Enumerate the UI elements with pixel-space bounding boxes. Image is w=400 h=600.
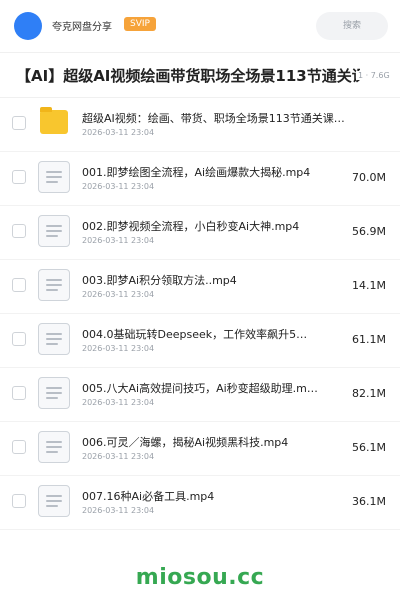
checkbox[interactable] xyxy=(12,386,26,400)
list-item[interactable]: 004.0基础玩转Deepseek，工作效率飙升5… 2026-03-11 23… xyxy=(0,314,400,368)
file-size: 56.1M xyxy=(352,441,386,454)
file-size: 36.1M xyxy=(352,495,386,508)
checkbox[interactable] xyxy=(12,278,26,292)
search-button[interactable]: 搜索 xyxy=(316,12,388,40)
list-item[interactable]: 005.八大Ai高效提问技巧，Ai秒变超级助理.m… 2026-03-11 23… xyxy=(0,368,400,422)
video-file-icon xyxy=(38,161,70,193)
title-bar: 【AI】超级AI视频绘画带货职场全场景113节通关课 1 · 7.6G xyxy=(0,52,400,98)
list-item[interactable]: 001.即梦绘图全流程，Ai绘画爆款大揭秘.mp4 2026-03-11 23:… xyxy=(0,152,400,206)
title-meta: 1 · 7.6G xyxy=(356,71,390,80)
list-item[interactable]: 006.可灵／海螺，揭秘Ai视频黑科技.mp4 2026-03-11 23:04… xyxy=(0,422,400,476)
file-size: 61.1M xyxy=(352,333,386,346)
file-name: 007.16种Ai必备工具.mp4 xyxy=(82,490,215,503)
file-name: 超级AI视频：绘画、带货、职场全场景113节通关课… xyxy=(82,112,345,125)
watermark: miosou.cc xyxy=(135,565,265,590)
file-date: 2026-03-11 23:04 xyxy=(82,128,155,137)
file-date: 2026-03-11 23:04 xyxy=(82,182,155,191)
checkbox[interactable] xyxy=(12,440,26,454)
checkbox[interactable] xyxy=(12,494,26,508)
file-date: 2026-03-11 23:04 xyxy=(82,290,155,299)
file-name: 001.即梦绘图全流程，Ai绘画爆款大揭秘.mp4 xyxy=(82,166,311,179)
list-item-folder[interactable]: 超级AI视频：绘画、带货、职场全场景113节通关课… 2026-03-11 23… xyxy=(0,98,400,152)
video-file-icon xyxy=(38,215,70,247)
file-date: 2026-03-11 23:04 xyxy=(82,452,155,461)
file-size: 82.1M xyxy=(352,387,386,400)
file-name: 002.即梦视频全流程，小白秒变Ai大神.mp4 xyxy=(82,220,300,233)
app-header: 夸克网盘分享 SVIP 搜索 xyxy=(0,0,400,52)
checkbox[interactable] xyxy=(12,170,26,184)
avatar[interactable] xyxy=(14,12,42,40)
file-size: 70.0M xyxy=(352,171,386,184)
svip-badge: SVIP xyxy=(124,17,156,31)
video-file-icon xyxy=(38,269,70,301)
share-owner-name: 夸克网盘分享 xyxy=(52,22,112,33)
checkbox[interactable] xyxy=(12,116,26,130)
file-name: 005.八大Ai高效提问技巧，Ai秒变超级助理.m… xyxy=(82,382,318,395)
video-file-icon xyxy=(38,377,70,409)
file-size: 14.1M xyxy=(352,279,386,292)
file-list: 超级AI视频：绘画、带货、职场全场景113节通关课… 2026-03-11 23… xyxy=(0,98,400,530)
checkbox[interactable] xyxy=(12,224,26,238)
list-item[interactable]: 003.即梦Ai积分领取方法..mp4 2026-03-11 23:04 14.… xyxy=(0,260,400,314)
file-date: 2026-03-11 23:04 xyxy=(82,344,155,353)
file-size: 56.9M xyxy=(352,225,386,238)
file-date: 2026-03-11 23:04 xyxy=(82,236,155,245)
file-name: 003.即梦Ai积分领取方法..mp4 xyxy=(82,274,237,287)
file-date: 2026-03-11 23:04 xyxy=(82,398,155,407)
video-file-icon xyxy=(38,431,70,463)
checkbox[interactable] xyxy=(12,332,26,346)
video-file-icon xyxy=(38,485,70,517)
folder-icon xyxy=(40,107,68,134)
list-item[interactable]: 002.即梦视频全流程，小白秒变Ai大神.mp4 2026-03-11 23:0… xyxy=(0,206,400,260)
file-date: 2026-03-11 23:04 xyxy=(82,506,155,515)
file-name: 006.可灵／海螺，揭秘Ai视频黑科技.mp4 xyxy=(82,436,289,449)
video-file-icon xyxy=(38,323,70,355)
file-name: 004.0基础玩转Deepseek，工作效率飙升5… xyxy=(82,328,308,341)
list-item[interactable]: 007.16种Ai必备工具.mp4 2026-03-11 23:04 36.1M xyxy=(0,476,400,530)
page-title: 【AI】超级AI视频绘画带货职场全场景113节通关课 xyxy=(16,67,360,85)
